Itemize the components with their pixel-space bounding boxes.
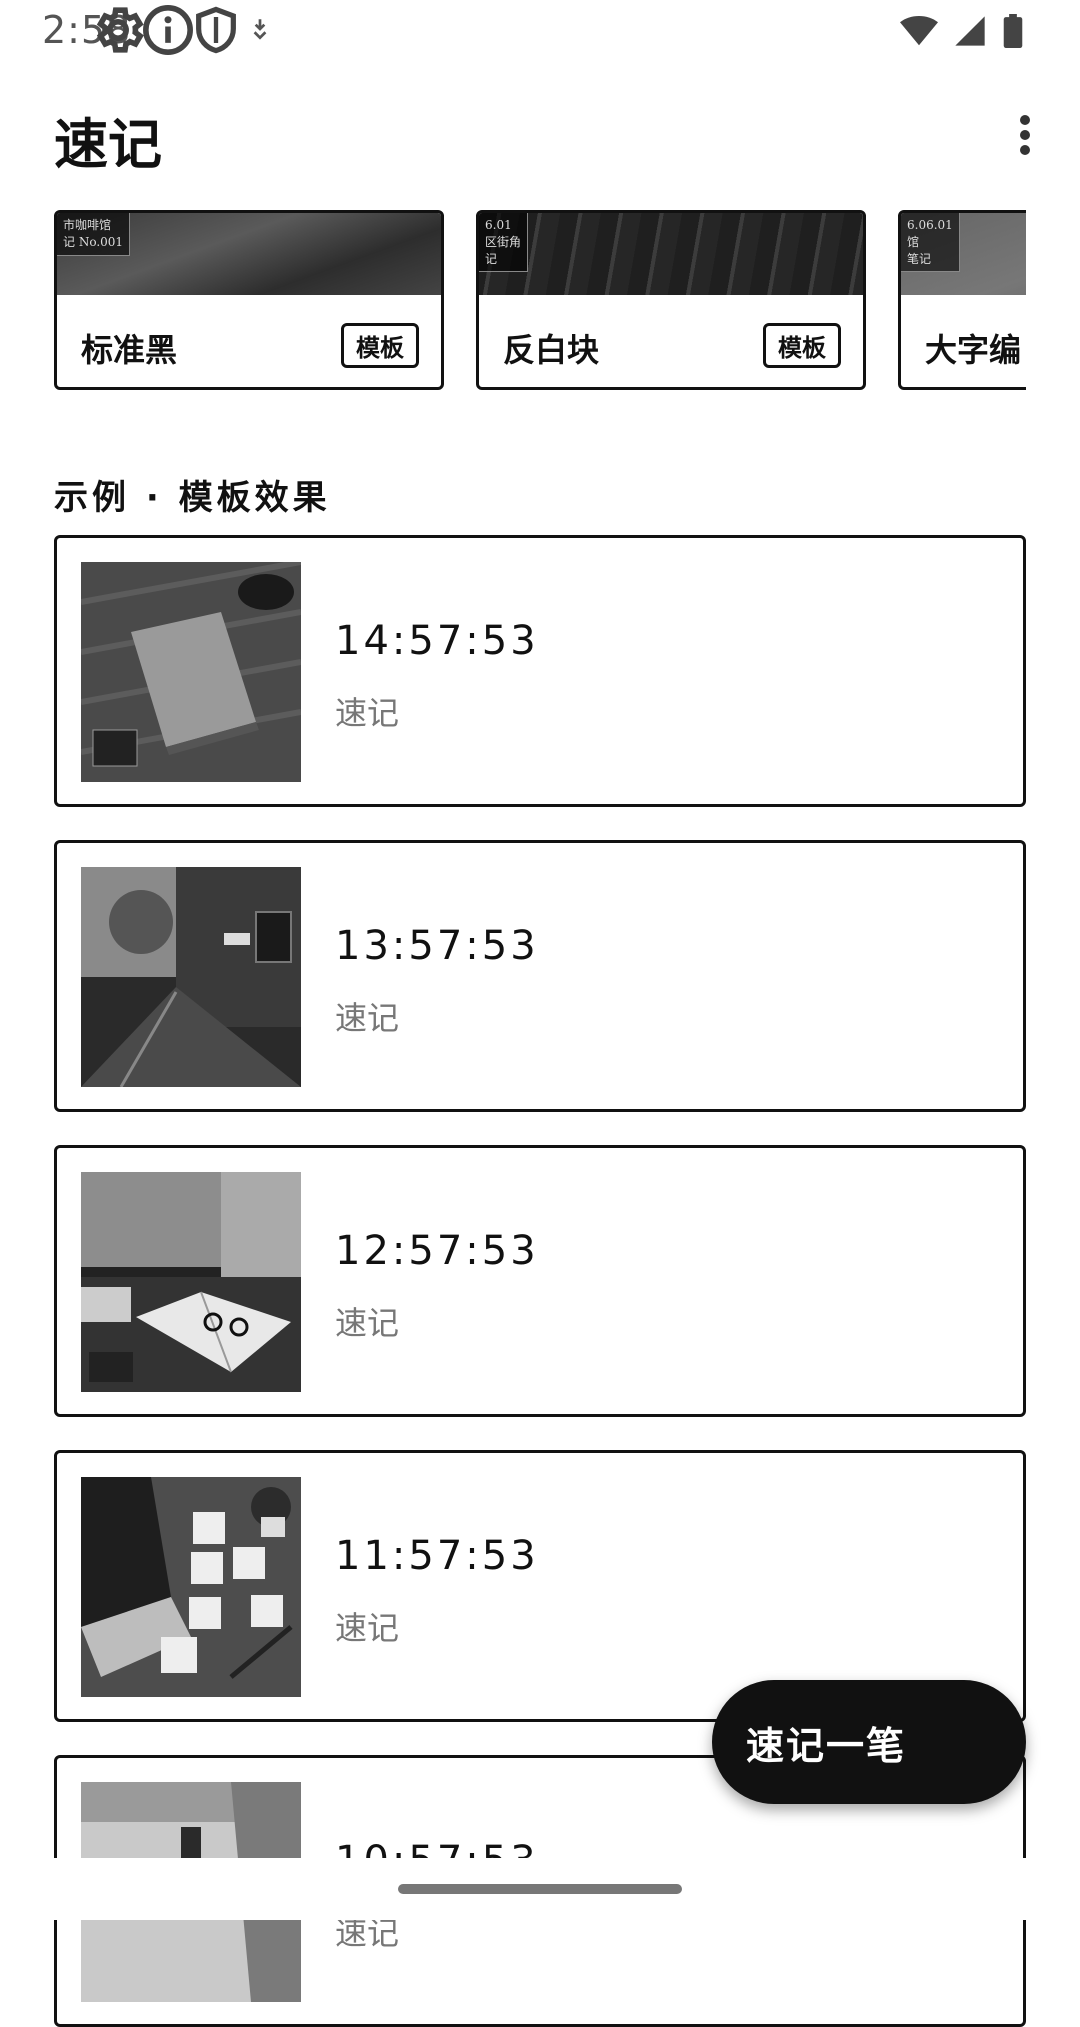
more-vert-icon-dot (1020, 130, 1030, 140)
template-card[interactable]: 市咖啡馆 记 No.001 标准黑 模板 (54, 210, 444, 390)
template-badge: 模板 (763, 323, 841, 368)
note-card[interactable]: 13:57:53 速记 (54, 840, 1026, 1112)
template-badge: 模板 (341, 323, 419, 368)
note-thumbnail (81, 562, 301, 782)
note-subtitle: 速记 (335, 999, 400, 1037)
thumb-caption: 6.06.01 馆 笔记 (901, 213, 960, 273)
thumb-caption: 市咖啡馆 记 No.001 (57, 213, 131, 256)
note-thumbnail (81, 1477, 301, 1697)
download-icon (253, 19, 267, 40)
note-subtitle: 速记 (335, 1609, 400, 1647)
template-carousel[interactable]: 市咖啡馆 记 No.001 标准黑 模板 6.01 区街角 记 反白块 模板 6… (54, 210, 1026, 390)
template-name: 标准黑 (81, 331, 178, 369)
template-name: 大字编 (925, 331, 1022, 369)
section-title: 示例 · 模板效果 (54, 478, 331, 518)
note-time: 13:57:53 (335, 923, 539, 969)
template-thumbnail: 6.06.01 馆 笔记 (901, 213, 1026, 295)
template-card[interactable]: 6.06.01 馆 笔记 大字编 (898, 210, 1026, 390)
status-bar: 2:58 (0, 0, 1080, 64)
template-card[interactable]: 6.01 区街角 记 反白块 模板 (476, 210, 866, 390)
template-name: 反白块 (503, 331, 600, 369)
page-title: 速记 (54, 113, 162, 176)
shield-icon (196, 6, 236, 54)
quick-note-button[interactable]: 速记一笔 (712, 1680, 1026, 1804)
note-card[interactable]: 14:57:53 速记 (54, 535, 1026, 807)
settings-icon (96, 7, 144, 53)
note-time: 14:57:53 (335, 618, 539, 664)
note-subtitle: 速记 (335, 1304, 400, 1342)
note-subtitle: 速记 (335, 694, 400, 732)
template-thumbnail: 6.01 区街角 记 (479, 213, 863, 295)
wifi-icon (900, 15, 938, 46)
note-thumbnail (81, 867, 301, 1087)
info-icon (143, 5, 193, 55)
note-time: 12:57:53 (335, 1228, 539, 1274)
signal-icon (955, 16, 985, 46)
more-vert-icon-dot (1020, 115, 1030, 125)
battery-icon (1003, 14, 1023, 48)
note-card[interactable]: 12:57:53 速记 (54, 1145, 1026, 1417)
more-options-button[interactable] (1000, 110, 1050, 160)
thumb-caption: 6.01 区街角 记 (479, 213, 529, 273)
gesture-handle[interactable] (398, 1884, 682, 1894)
note-thumbnail (81, 1172, 301, 1392)
more-vert-icon-dot (1020, 145, 1030, 155)
template-thumbnail: 市咖啡馆 记 No.001 (57, 213, 441, 295)
note-time: 11:57:53 (335, 1533, 539, 1579)
